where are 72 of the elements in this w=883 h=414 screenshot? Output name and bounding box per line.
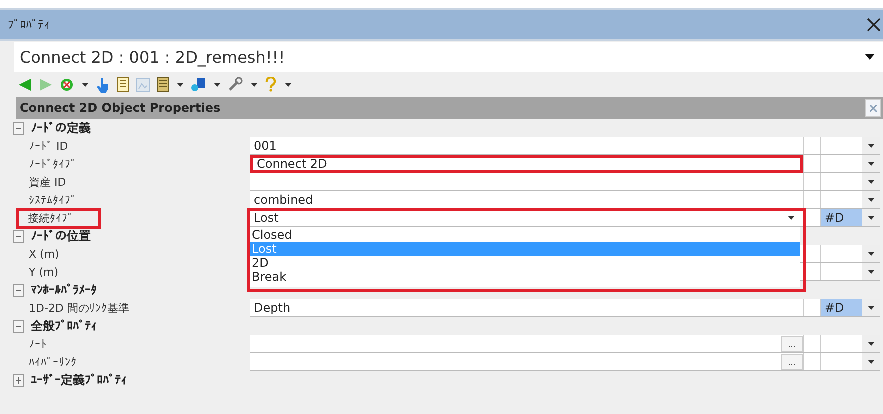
category-label: ﾉｰﾄﾞの位置 <box>31 228 91 244</box>
collapse-icon[interactable] <box>13 320 24 332</box>
property-label: 資産 ID <box>28 174 68 190</box>
empty-cell <box>803 299 820 317</box>
caret-icon <box>868 342 874 346</box>
dropdown-option[interactable]: Break <box>250 270 800 284</box>
browse-button[interactable]: ... <box>781 336 803 352</box>
dropdown-caret-icon[interactable] <box>788 216 795 220</box>
caret-icon <box>865 54 875 60</box>
collapse-icon[interactable] <box>13 122 24 134</box>
property-label: ｼｽﾃﾑﾀｲﾌﾟ <box>28 194 78 206</box>
target-icon[interactable] <box>60 78 74 92</box>
caret-icon <box>868 360 874 364</box>
dropdown-caret-icon[interactable] <box>82 82 89 86</box>
window-title: ﾌﾟﾛﾊﾟﾃｨ <box>8 18 50 32</box>
list-icon[interactable] <box>157 77 169 92</box>
dropdown-caret-icon[interactable] <box>177 82 184 86</box>
flag-field[interactable] <box>820 245 862 263</box>
flag-field[interactable] <box>820 263 862 281</box>
property-value-field[interactable]: ... <box>250 353 803 371</box>
collapse-icon[interactable] <box>13 230 24 242</box>
dropdown-caret-icon[interactable] <box>214 82 221 86</box>
property-value-field[interactable]: combined <box>250 191 803 209</box>
property-value-field[interactable]: Connect 2D <box>250 155 803 173</box>
dropdown-caret-icon[interactable] <box>251 82 258 86</box>
category-label: ﾉｰﾄﾞの定義 <box>31 120 91 136</box>
back-arrow-icon[interactable] <box>18 78 32 92</box>
property-value-field[interactable]: 001 <box>250 137 803 155</box>
caret-icon <box>868 216 874 220</box>
browse-button[interactable]: ... <box>781 354 803 370</box>
category-label: 全般ﾌﾟﾛﾊﾟﾃｨ <box>31 318 97 334</box>
flag-field[interactable]: #D <box>820 209 862 227</box>
caret-icon <box>868 252 874 256</box>
flag-field[interactable] <box>820 137 862 155</box>
shapes-icon[interactable] <box>191 77 206 92</box>
caret-icon <box>868 144 874 148</box>
property-label: ﾉｰﾄﾞﾀｲﾌﾟ <box>28 158 78 170</box>
property-label: ﾊｲﾊﾟｰﾘﾝｸ <box>28 356 78 368</box>
caret-icon <box>868 162 874 166</box>
property-label: X (m) <box>28 248 60 260</box>
collapse-icon[interactable] <box>13 284 24 296</box>
document-icon[interactable] <box>117 77 129 92</box>
property-value-field[interactable]: ... <box>250 335 803 353</box>
close-icon <box>870 104 876 112</box>
flag-field[interactable] <box>820 353 862 371</box>
property-value-field[interactable]: Depth <box>250 299 803 317</box>
category-label: ﾕｰｻﾞｰ定義ﾌﾟﾛﾊﾟﾃｨ <box>31 372 127 388</box>
object-selector[interactable]: Connect 2D : 001 : 2D_remesh!!! <box>14 42 883 72</box>
property-label: 1D-2D 間のﾘﾝｸ基準 <box>28 300 130 316</box>
property-label: ﾉｰﾄﾞ ID <box>28 140 70 152</box>
caret-icon <box>868 198 874 202</box>
flag-field[interactable]: #D <box>820 299 862 317</box>
caret-icon <box>868 270 874 274</box>
caret-icon <box>868 180 874 184</box>
expand-icon[interactable] <box>13 374 24 386</box>
flag-field[interactable] <box>820 173 862 191</box>
property-label: Y (m) <box>28 266 60 278</box>
hand-pointer-icon[interactable] <box>96 76 110 92</box>
flag-field[interactable] <box>820 335 862 353</box>
close-icon[interactable] <box>867 18 881 32</box>
panel-title: Connect 2D Object Properties <box>20 101 221 115</box>
wrench-icon[interactable] <box>228 77 243 92</box>
category-label: ﾏﾝﾎｰﾙﾊﾟﾗﾒｰﾀ <box>31 283 97 297</box>
dropdown-option[interactable]: 2D <box>250 256 800 270</box>
dropdown-caret-icon[interactable] <box>285 82 292 86</box>
flag-field[interactable] <box>820 191 862 209</box>
property-value-field[interactable] <box>250 173 803 191</box>
property-label: ﾉｰﾄ <box>28 338 48 350</box>
caret-icon <box>868 306 874 310</box>
flag-field[interactable] <box>820 155 862 173</box>
dropdown-option[interactable]: Closed <box>250 228 800 242</box>
property-label: 接続ﾀｲﾌﾟ <box>16 208 101 228</box>
